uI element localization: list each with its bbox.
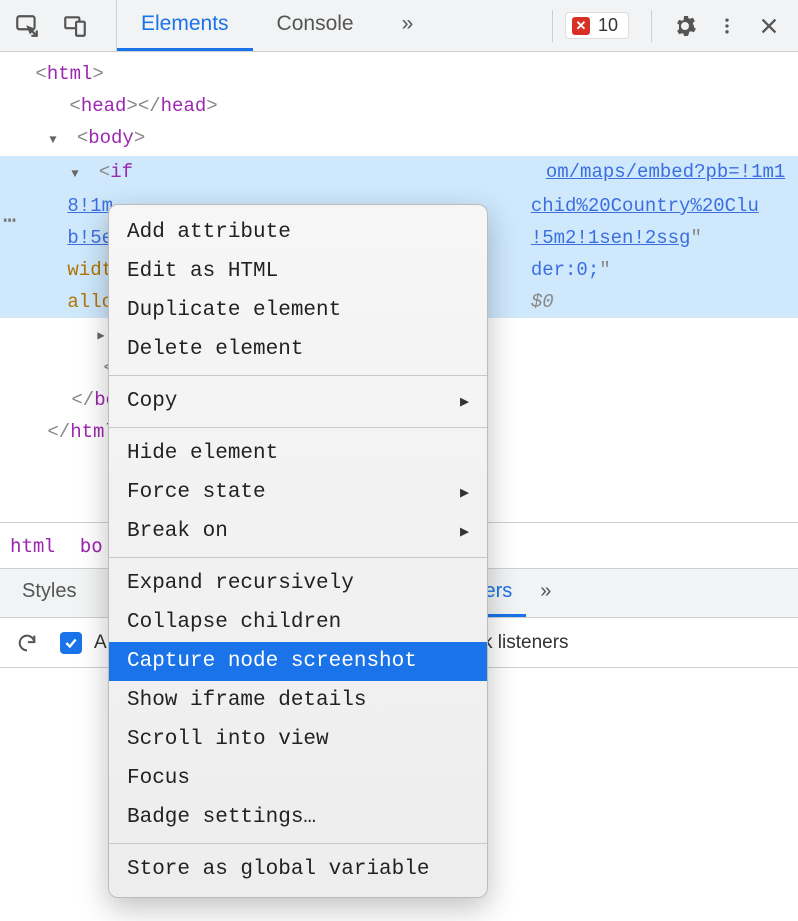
- devtools-toolbar: Elements Console » ✕ 10: [0, 0, 798, 52]
- menu-item-expand-recursively[interactable]: Expand recursively: [109, 564, 487, 603]
- tabs-overflow[interactable]: »: [378, 0, 438, 51]
- filter-left-text-fragment: A: [94, 632, 107, 654]
- subtabs-overflow[interactable]: »: [526, 569, 565, 617]
- menu-item-edit-as-html[interactable]: Edit as HTML: [109, 252, 487, 291]
- submenu-arrow-icon: ▶: [460, 483, 469, 502]
- menu-item-show-iframe-details[interactable]: Show iframe details: [109, 681, 487, 720]
- subtab-styles[interactable]: Styles: [8, 569, 90, 617]
- menu-item-delete-element[interactable]: Delete element: [109, 330, 487, 369]
- menu-item-hide-element[interactable]: Hide element: [109, 434, 487, 473]
- menu-item-capture-node-screenshot[interactable]: Capture node screenshot: [109, 642, 487, 681]
- tree-node-body-open[interactable]: ▼ <body>: [0, 122, 798, 156]
- tab-console-label: Console: [277, 12, 354, 36]
- breadcrumb-item[interactable]: bo: [80, 535, 103, 557]
- menu-item-copy[interactable]: Copy▶: [109, 382, 487, 421]
- menu-item-store-as-global[interactable]: Store as global variable: [109, 850, 487, 889]
- more-tabs-glyph: »: [402, 12, 414, 36]
- tab-elements-label: Elements: [141, 12, 229, 36]
- filter-right-text-fragment: rk listeners: [477, 632, 569, 654]
- error-icon: ✕: [572, 17, 590, 35]
- expand-arrow-icon[interactable]: ▼: [71, 160, 85, 188]
- tree-node-html-open[interactable]: <html>: [0, 58, 798, 90]
- menu-item-scroll-into-view[interactable]: Scroll into view: [109, 720, 487, 759]
- breadcrumb-item[interactable]: html: [10, 535, 56, 557]
- tree-ellipsis-icon[interactable]: ⋯: [3, 208, 16, 234]
- menu-separator: [109, 557, 487, 558]
- submenu-arrow-icon: ▶: [460, 392, 469, 411]
- settings-icon[interactable]: [670, 11, 700, 41]
- menu-separator: [109, 843, 487, 844]
- menu-item-force-state[interactable]: Force state▶: [109, 473, 487, 512]
- tab-console[interactable]: Console: [253, 0, 378, 51]
- refresh-icon[interactable]: [12, 628, 42, 658]
- error-count: 10: [598, 15, 618, 36]
- menu-item-break-on[interactable]: Break on▶: [109, 512, 487, 551]
- menu-separator: [109, 375, 487, 376]
- menu-item-badge-settings[interactable]: Badge settings…: [109, 798, 487, 837]
- expand-arrow-icon[interactable]: ▼: [49, 126, 63, 154]
- submenu-arrow-icon: ▶: [460, 522, 469, 541]
- toolbar-separator: [651, 10, 652, 42]
- menu-item-duplicate-element[interactable]: Duplicate element: [109, 291, 487, 330]
- error-count-badge[interactable]: ✕ 10: [565, 12, 629, 39]
- context-menu: Add attribute Edit as HTML Duplicate ele…: [108, 204, 488, 898]
- tree-node-head[interactable]: <head></head>: [0, 90, 798, 122]
- close-icon[interactable]: [754, 11, 784, 41]
- device-toggle-icon[interactable]: [60, 11, 90, 41]
- kebab-menu-icon[interactable]: [712, 11, 742, 41]
- tab-elements[interactable]: Elements: [117, 0, 253, 51]
- menu-item-collapse-children[interactable]: Collapse children: [109, 603, 487, 642]
- menu-item-add-attribute[interactable]: Add attribute: [109, 213, 487, 252]
- ancestors-checkbox[interactable]: [60, 632, 82, 654]
- tree-node-iframe-line1[interactable]: ▼ <if om/maps/embed?pb=!1m1: [0, 156, 798, 190]
- inspect-element-icon[interactable]: [12, 11, 42, 41]
- menu-item-focus[interactable]: Focus: [109, 759, 487, 798]
- toolbar-separator: [552, 10, 553, 42]
- menu-separator: [109, 427, 487, 428]
- elements-tree: ⋯ <html> <head></head> ▼ <body> ▼ <if om…: [0, 52, 798, 522]
